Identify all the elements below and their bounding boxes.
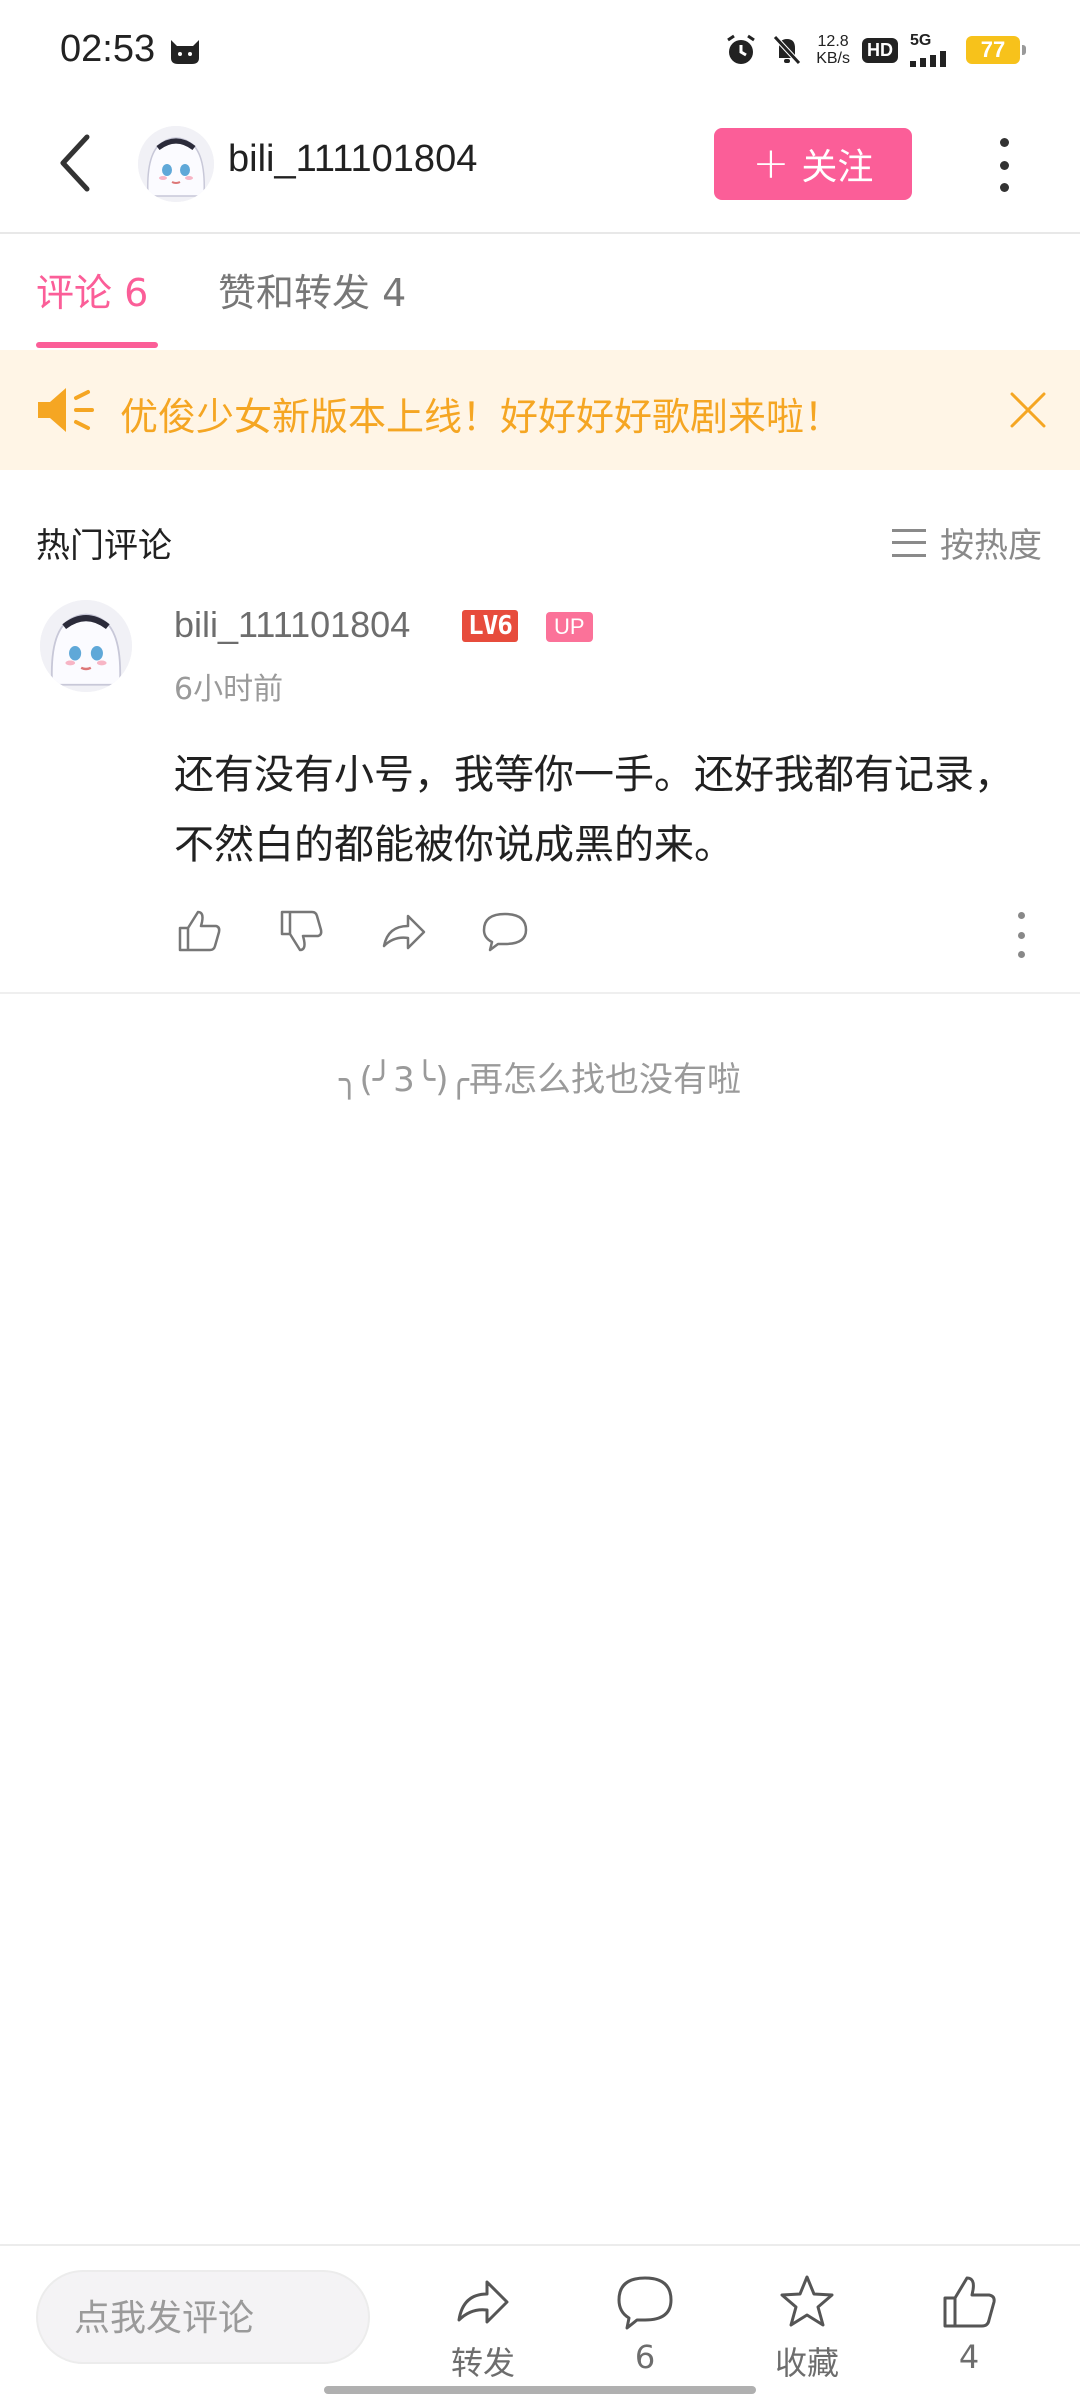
comment-more-button[interactable] [1006, 912, 1036, 958]
comment-avatar[interactable] [40, 600, 132, 692]
more-dot-icon [999, 160, 1009, 170]
like-button[interactable]: 4 [914, 2272, 1024, 2376]
active-tab-indicator [36, 342, 158, 348]
net-speed: 12.8 KB/s [816, 33, 850, 67]
comment-input[interactable]: 点我发评论 [36, 2270, 370, 2364]
favorite-label: 收藏 [774, 2344, 839, 2382]
comment-count: 6 [634, 2338, 656, 2376]
bottom-action-bar: 点我发评论 转发 6 收藏 4 [0, 2244, 1080, 2402]
more-dot-icon [1017, 951, 1025, 958]
signal-icon [910, 51, 946, 67]
repost-label: 转发 [450, 2344, 515, 2382]
sort-button[interactable]: 按热度 [892, 518, 1042, 567]
share-icon[interactable] [378, 906, 428, 956]
sort-label: 按热度 [940, 526, 1042, 566]
list-icon [892, 528, 926, 557]
avatar-image [138, 126, 214, 202]
thumbs-up-icon[interactable] [174, 906, 224, 956]
status-time: 02:53 [60, 28, 156, 70]
thumbs-down-icon[interactable] [276, 906, 326, 956]
repost-button[interactable]: 转发 [428, 2272, 538, 2384]
star-icon [780, 2275, 834, 2327]
tab-comments[interactable]: 评论 6 [36, 262, 148, 317]
alarm-icon [727, 34, 756, 64]
announcement-banner[interactable]: 优俊少女新版本上线！好好好好歌剧来啦！ [0, 350, 1080, 470]
comment-body[interactable]: 还有没有小号，我等你一手。还好我都有记录，不然白的都能被你说成黑的来。 [174, 740, 1044, 880]
level-badge: LV6 [462, 610, 518, 642]
follow-button[interactable]: + 关注 [714, 128, 912, 200]
more-dot-icon [999, 138, 1009, 147]
tab-likes-reposts[interactable]: 赞和转发 4 [218, 262, 406, 317]
hot-comments-title: 热门评论 [36, 526, 172, 566]
status-icons: 12.8 KB/s HD 5G 77 [724, 30, 1026, 70]
signal: 5G [910, 33, 954, 67]
top-bar: bili_111101804 + 关注 [0, 100, 1080, 234]
comment-actions [174, 906, 530, 962]
more-dot-icon [1017, 912, 1025, 919]
comment-time: 6小时前 [174, 672, 284, 707]
back-button[interactable] [40, 128, 110, 198]
like-count: 4 [958, 2338, 980, 2376]
network-type: 5G [910, 32, 932, 49]
close-icon[interactable] [1008, 390, 1048, 430]
tab-bar: 评论 6 赞和转发 4 [0, 232, 1080, 350]
chevron-left-icon [60, 134, 90, 192]
status-bar: 02:53 12.8 KB/s HD 5G 77 [0, 0, 1080, 100]
gesture-nav-handle[interactable] [324, 2386, 756, 2394]
avatar-image [40, 600, 132, 692]
banner-text: 优俊少女新版本上线！好好好好歌剧来啦！ [120, 395, 843, 439]
share-icon [457, 2280, 509, 2324]
header-username[interactable]: bili_111101804 [228, 138, 477, 181]
follow-label: 关注 [801, 147, 874, 188]
hd-badge: HD [862, 37, 898, 63]
cat-icon [171, 40, 199, 64]
more-dot-icon [999, 183, 1009, 192]
up-badge: UP [546, 612, 593, 642]
battery-icon: 77 [966, 36, 1026, 64]
plus-icon: + [752, 138, 790, 189]
favorite-button[interactable]: 收藏 [752, 2272, 862, 2384]
speaker-icon [38, 388, 94, 432]
end-of-list-text: ╮(╯3╰)╭再怎么找也没有啦 [338, 1060, 742, 1100]
more-dot-icon [1017, 931, 1025, 939]
mute-bell-icon [773, 35, 802, 65]
reply-icon[interactable] [480, 906, 530, 956]
comment-username[interactable]: bili_111101804 [174, 604, 410, 646]
more-options-button[interactable] [986, 130, 1022, 200]
avatar[interactable] [138, 126, 214, 202]
thumbs-up-icon [943, 2276, 996, 2328]
comment-icon [617, 2276, 673, 2330]
net-speed-value: 12.8 [817, 33, 849, 50]
net-speed-unit: KB/s [816, 50, 850, 67]
divider [0, 992, 1080, 994]
comment-count-button[interactable]: 6 [590, 2272, 700, 2376]
